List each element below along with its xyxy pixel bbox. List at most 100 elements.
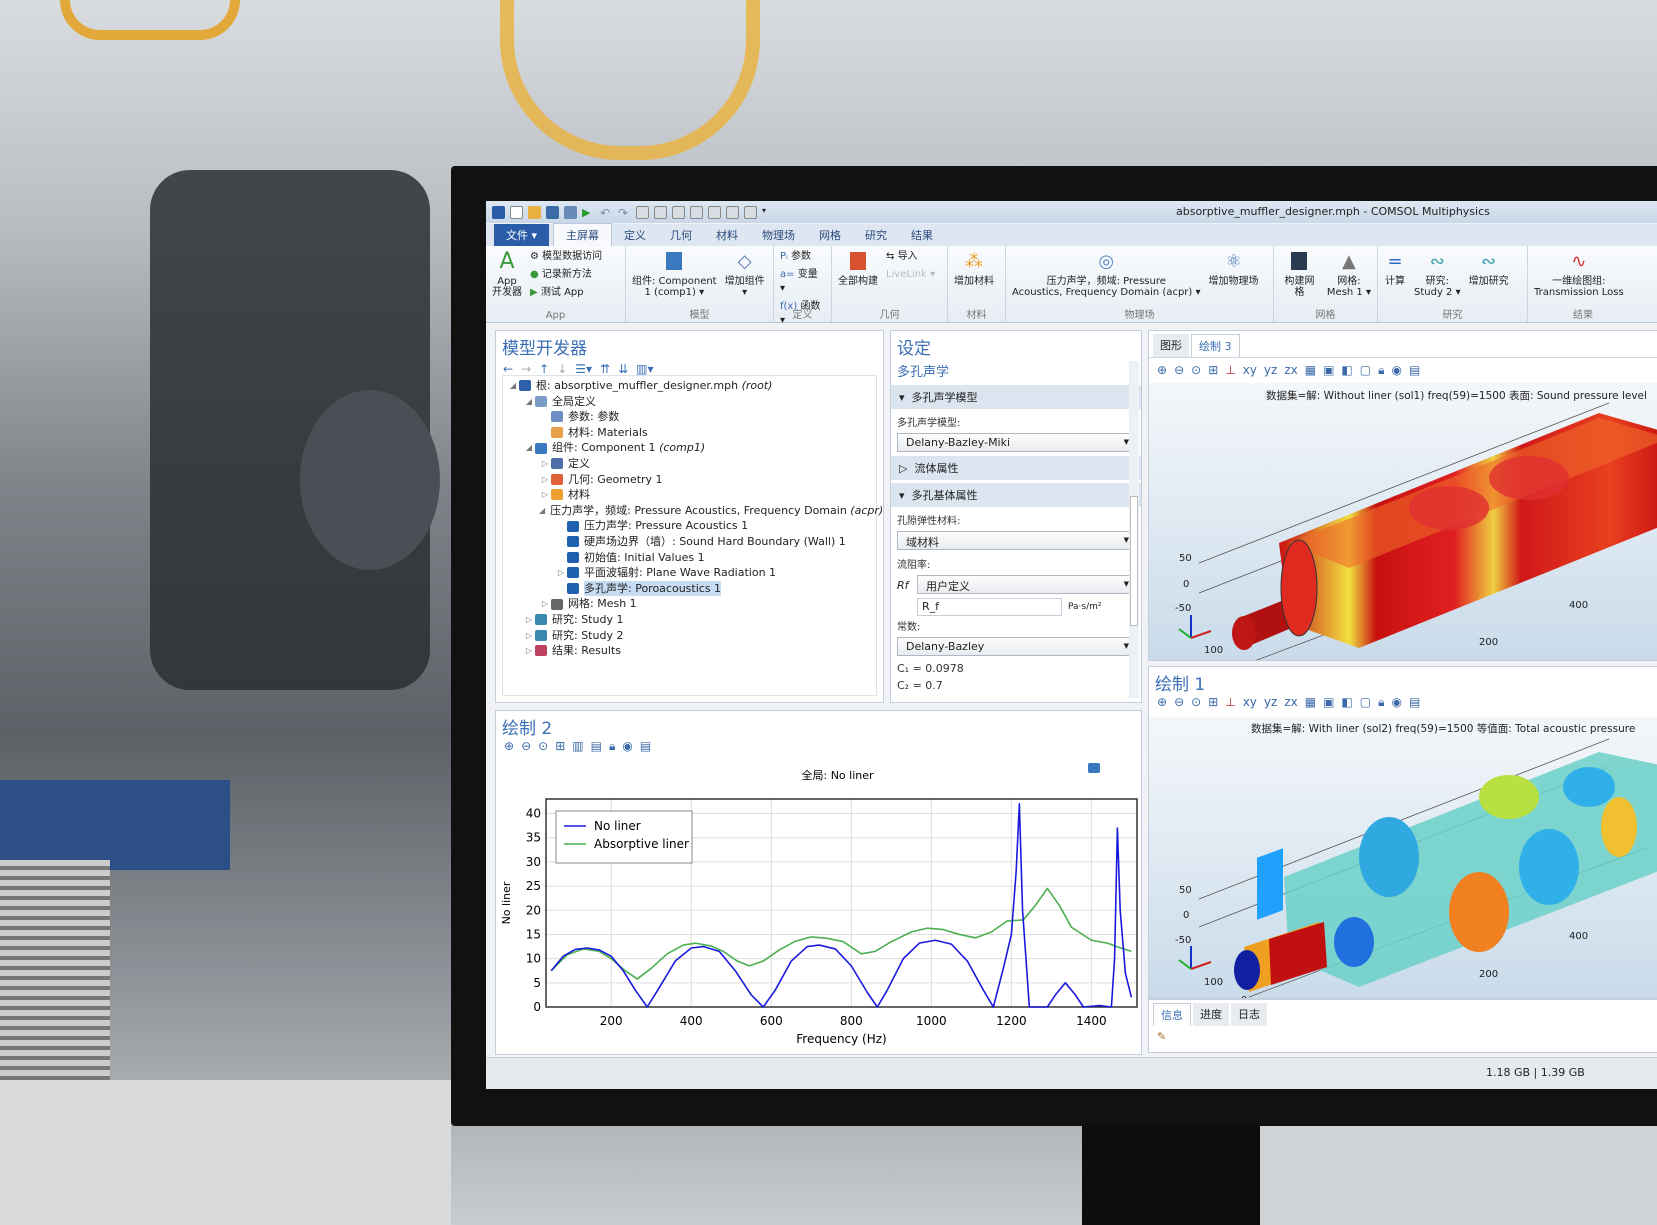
tree-item[interactable]: ◢ 组件: Component 1 (comp1) xyxy=(507,440,872,456)
move-up-icon[interactable]: ↑ xyxy=(539,362,549,376)
scene-light-icon[interactable]: ◧ xyxy=(1341,695,1352,710)
tree-item[interactable]: ▷ 网格: Mesh 1 xyxy=(507,596,872,612)
zoom-extents-icon[interactable]: ⊞ xyxy=(1208,363,1218,378)
physics-interface-button[interactable]: ◎ 压力声学，频域: Pressure Acoustics, Frequency … xyxy=(1012,250,1201,298)
model-data-access-button[interactable]: ⚙ 模型数据访问 xyxy=(530,250,602,264)
save-as-icon[interactable] xyxy=(564,205,577,219)
expand-toggle-icon[interactable]: ◢ xyxy=(507,378,519,394)
redo-icon[interactable]: ↷ xyxy=(618,206,631,220)
app-builder-button[interactable]: A App 开发器 xyxy=(492,250,522,298)
tab-messages[interactable]: 信息 xyxy=(1153,1003,1191,1026)
zx-view-icon[interactable]: zx xyxy=(1284,695,1297,710)
poroacoustics-model-select[interactable]: Delany-Bazley-Miki xyxy=(897,433,1135,452)
grid-icon[interactable]: ▦ xyxy=(1305,363,1316,378)
run-icon[interactable]: ▶ xyxy=(582,206,595,219)
expand-toggle-icon[interactable]: ◢ xyxy=(539,503,545,519)
print-icon[interactable]: ▤ xyxy=(640,739,651,754)
zoom-out-icon[interactable]: ⊖ xyxy=(1174,695,1184,710)
add-component-button[interactable]: ◇ 增加组件 ▾ xyxy=(725,250,765,298)
expand-icon[interactable]: ⇊ xyxy=(618,362,628,376)
tab-mesh[interactable]: 网格 xyxy=(807,224,853,246)
zoom-out-icon[interactable]: ⊖ xyxy=(521,739,531,754)
tab-physics[interactable]: 物理场 xyxy=(750,224,807,246)
tree-item[interactable]: 多孔声学: Poroacoustics 1 xyxy=(507,580,872,597)
forward-icon[interactable]: → xyxy=(521,362,531,376)
3d-viewport-bottom[interactable]: 数据集=解: With liner (sol2) freq(59)=1500 等… xyxy=(1149,717,1657,998)
flow-resistivity-select[interactable]: 用户定义 xyxy=(917,575,1135,594)
poroelastic-material-select[interactable]: 域材料 xyxy=(897,531,1135,550)
duplicate-icon[interactable] xyxy=(672,205,685,219)
move-down-icon[interactable]: ↓ xyxy=(557,362,567,376)
open-folder-icon[interactable] xyxy=(528,205,541,219)
test-app-button[interactable]: ▶ 测试 App xyxy=(530,286,602,300)
add-material-button[interactable]: ⁂ 增加材料 xyxy=(954,250,994,287)
settings-scrollbar[interactable] xyxy=(1129,361,1139,698)
section-fluid-properties[interactable]: ▷ 流体属性 xyxy=(891,456,1141,480)
expand-toggle-icon[interactable]: ◢ xyxy=(523,394,535,410)
axis-orient-icon[interactable]: ⊥ xyxy=(1225,363,1235,378)
back-icon[interactable]: ← xyxy=(503,362,513,376)
camera-icon[interactable]: ◉ xyxy=(622,739,632,754)
variables-button[interactable]: a= 变量 ▾ xyxy=(780,268,825,296)
tab-progress[interactable]: 进度 xyxy=(1193,1003,1229,1026)
build-mesh-button[interactable]: 构建网格 xyxy=(1280,250,1319,298)
expand-toggle-icon[interactable]: ▷ xyxy=(523,628,535,644)
select-icon[interactable] xyxy=(708,205,721,219)
transmission-loss-chart[interactable]: 全局: No liner 200 400 600 800 1000 1200 1400 0 5 10… xyxy=(496,763,1141,1053)
compute-button[interactable]: = 计算 xyxy=(1384,250,1406,287)
lock-icon[interactable]: 🔒︎ xyxy=(609,739,615,754)
yz-view-icon[interactable]: yz xyxy=(1264,695,1277,710)
tab-results[interactable]: 结果 xyxy=(899,224,945,246)
y-grid-icon[interactable]: ▤ xyxy=(591,739,602,754)
show-icon[interactable]: ☰▾ xyxy=(575,362,592,376)
expand-toggle-icon[interactable]: ▷ xyxy=(523,612,535,628)
expand-toggle-icon[interactable]: ▷ xyxy=(539,596,551,612)
tab-log[interactable]: 日志 xyxy=(1231,1003,1267,1026)
undo-icon[interactable]: ↶ xyxy=(600,206,613,220)
zoom-box-icon[interactable]: ⊙ xyxy=(538,739,548,754)
transparency-icon[interactable]: ▢ xyxy=(1360,363,1371,378)
lock-icon[interactable]: 🔒︎ xyxy=(1378,363,1384,378)
print-icon[interactable]: ▤ xyxy=(1409,363,1420,378)
delete-icon[interactable] xyxy=(690,205,703,219)
build-all-button[interactable]: 全部构建 xyxy=(838,250,878,287)
yz-view-icon[interactable]: yz xyxy=(1264,363,1277,378)
rf-input[interactable]: R_f xyxy=(917,598,1062,616)
zoom-extents-icon[interactable]: ⊞ xyxy=(555,739,565,754)
zoom-in-icon[interactable]: ⊕ xyxy=(1157,695,1167,710)
mesh-button[interactable]: ▲ 网格: Mesh 1 ▾ xyxy=(1327,250,1371,298)
zoom-in-icon[interactable]: ⊕ xyxy=(504,739,514,754)
xy-view-icon[interactable]: xy xyxy=(1243,695,1257,710)
tree-item[interactable]: ▷ 几何: Geometry 1 xyxy=(507,472,872,488)
grid-icon[interactable]: ▦ xyxy=(1305,695,1316,710)
component-button[interactable]: 组件: Component 1 (comp1) ▾ xyxy=(632,250,717,298)
paste-icon[interactable] xyxy=(654,205,667,219)
tree-item[interactable]: ▷ 研究: Study 2 xyxy=(507,628,872,644)
add-study-button[interactable]: ∾ 增加研究 xyxy=(1469,250,1509,287)
expand-toggle-icon[interactable]: ◢ xyxy=(523,440,535,456)
section-poroacoustics-model[interactable]: ▾ 多孔声学模型 xyxy=(891,385,1141,409)
zoom-out-icon[interactable]: ⊖ xyxy=(1174,363,1184,378)
tab-home[interactable]: 主屏幕 xyxy=(553,223,613,246)
tree-item[interactable]: ◢ 全局定义 xyxy=(507,394,872,410)
tab-definitions[interactable]: 定义 xyxy=(612,224,658,246)
tree-item[interactable]: ▷ 材料 xyxy=(507,487,872,503)
import-button[interactable]: ⇆ 导入 xyxy=(886,250,935,264)
expand-toggle-icon[interactable]: ▷ xyxy=(555,565,567,581)
axes-icon[interactable]: ▣ xyxy=(1323,363,1334,378)
zoom-in-icon[interactable]: ⊕ xyxy=(1157,363,1167,378)
transparency-icon[interactable]: ▢ xyxy=(1360,695,1371,710)
tree-item[interactable]: 参数: 参数 xyxy=(507,409,872,425)
study-button[interactable]: ∾ 研究: Study 2 ▾ xyxy=(1414,250,1461,298)
add-physics-button[interactable]: ⚛ 增加物理场 xyxy=(1209,250,1259,287)
livelink-button[interactable]: LiveLink ▾ xyxy=(886,268,935,282)
print-icon[interactable]: ▤ xyxy=(1409,695,1420,710)
tree-item[interactable]: ▷ 结果: Results xyxy=(507,643,872,659)
tree-item[interactable]: ▷ 研究: Study 1 xyxy=(507,612,872,628)
clear-icon[interactable] xyxy=(726,205,739,219)
record-method-button[interactable]: ● 记录新方法 xyxy=(530,268,602,282)
axis-orient-icon[interactable]: ⊥ xyxy=(1225,695,1235,710)
collapse-icon[interactable]: ⇈ xyxy=(600,362,610,376)
expand-toggle-icon[interactable]: ▷ xyxy=(523,643,535,659)
zx-view-icon[interactable]: zx xyxy=(1284,363,1297,378)
